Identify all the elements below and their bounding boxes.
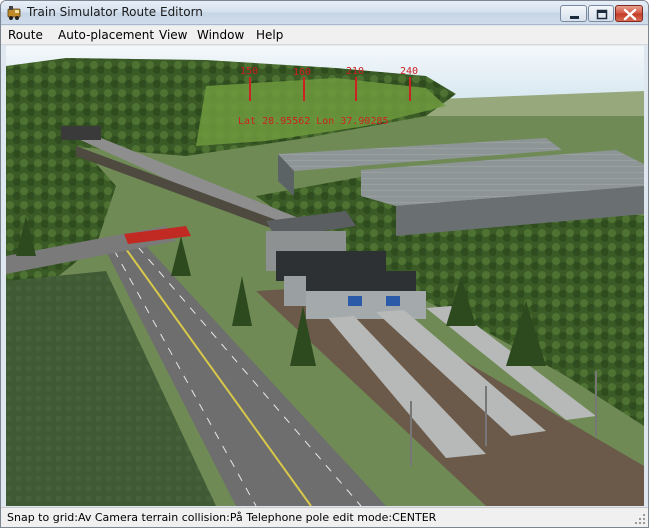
train-app-icon (7, 6, 21, 20)
tunnel-portal (61, 126, 101, 140)
marker-label: 240 (400, 66, 418, 77)
resize-grip-icon[interactable] (634, 513, 646, 525)
menu-window[interactable]: Window (197, 28, 244, 42)
coordinates-readout: Lat 28.95562 Lon 37.90285 (238, 116, 389, 127)
marker-label: 150 (240, 66, 258, 77)
scene-canvas[interactable]: 150 160 210 240 Lat 28.95562 Lon 37.9028… (6, 46, 644, 506)
minimize-icon (570, 16, 579, 19)
maximize-button[interactable] (588, 5, 614, 22)
maximize-icon (596, 9, 608, 20)
marker-label: 210 (346, 66, 364, 77)
minimize-button[interactable] (560, 5, 587, 22)
close-icon (623, 8, 637, 21)
title-bar[interactable]: Train Simulator Route Editorn (1, 1, 648, 25)
status-text: Snap to grid:Av Camera terrain collision… (7, 511, 437, 524)
menu-help[interactable]: Help (256, 28, 283, 42)
station-sign-2 (386, 296, 400, 306)
menu-route[interactable]: Route (8, 28, 43, 42)
marker-label: 160 (293, 67, 311, 78)
app-window: Train Simulator Route Editorn Route Auto… (0, 0, 649, 528)
station-sign-1 (348, 296, 362, 306)
menu-auto-placement[interactable]: Auto-placement (58, 28, 154, 42)
station-roof-3 (306, 271, 416, 291)
menu-bar: Route Auto-placement View Window Help (1, 26, 648, 45)
status-bar: Snap to grid:Av Camera terrain collision… (1, 507, 648, 527)
route-3d-viewport[interactable]: 150 160 210 240 Lat 28.95562 Lon 37.9028… (6, 46, 644, 506)
menu-view[interactable]: View (159, 28, 187, 42)
close-button[interactable] (615, 5, 643, 22)
window-title: Train Simulator Route Editorn (27, 5, 203, 19)
